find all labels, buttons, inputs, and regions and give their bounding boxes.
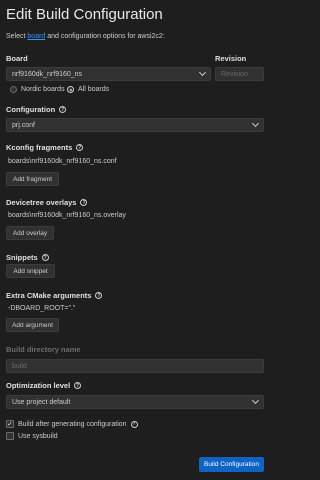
kconfig-label: Kconfig fragments ?: [6, 143, 84, 152]
radio-nordic-icon: [10, 86, 17, 93]
board-select-value: nrf9160dk_nrf9160_ns: [12, 70, 83, 78]
subtitle-suffix: and configuration options for awsi2c2:: [45, 33, 165, 40]
configuration-label-text: Configuration: [6, 105, 56, 114]
snippets-label-text: Snippets: [6, 253, 38, 262]
optimization-label: Optimization level ?: [6, 381, 82, 390]
board-link[interactable]: board: [27, 33, 45, 40]
cmake-argument-item: -DBOARD_ROOT=".": [8, 305, 76, 312]
configuration-label: Configuration ?: [6, 105, 67, 114]
kconfig-label-text: Kconfig fragments: [6, 143, 73, 152]
revision-label: Revision: [215, 54, 246, 63]
snippets-label: Snippets ?: [6, 253, 49, 262]
devicetree-label: Devicetree overlays ?: [6, 198, 88, 207]
chevron-down-icon: [251, 396, 260, 405]
board-select[interactable]: nrf9160dk_nrf9160_ns: [6, 67, 211, 81]
configuration-select-value: prj.conf: [12, 121, 35, 129]
radio-all-label: All boards: [78, 86, 110, 93]
revision-label-text: Revision: [215, 54, 247, 63]
configuration-select[interactable]: prj.conf: [6, 118, 264, 132]
build-dir-label-text: Build directory name: [6, 345, 81, 354]
subtitle-prefix: Select: [6, 33, 28, 40]
radio-all-icon: [67, 86, 74, 93]
build-dir-label: Build directory name: [6, 345, 81, 354]
board-label: Board: [6, 54, 28, 63]
info-icon[interactable]: ?: [74, 382, 82, 389]
info-icon[interactable]: ?: [41, 254, 49, 261]
devicetree-overlay-item: boards\nrf9160dk_nrf9160_ns.overlay: [8, 212, 126, 219]
build-after-checkbox[interactable]: ✓ Build after generating configuration ?: [6, 420, 138, 428]
kconfig-fragment-item: boards\nrf9160dk_nrf9160_ns.conf: [8, 158, 117, 165]
optimization-select-value: Use project default: [12, 398, 71, 406]
build-dir-input[interactable]: build: [6, 359, 264, 373]
build-dir-placeholder: build: [12, 362, 27, 370]
optimization-label-text: Optimization level: [6, 381, 71, 390]
cmake-label: Extra CMake arguments ?: [6, 291, 103, 300]
page-subtitle: Select board and configuration options f…: [6, 33, 165, 40]
checkbox-empty-icon: [6, 432, 14, 440]
revision-input[interactable]: Revision: [215, 67, 264, 81]
page-title: Edit Build Configuration: [6, 6, 163, 23]
info-icon[interactable]: ?: [59, 106, 67, 113]
build-after-label: Build after generating configuration: [18, 420, 127, 428]
board-label-text: Board: [6, 54, 28, 63]
radio-nordic-boards[interactable]: Nordic boards: [10, 86, 65, 93]
chevron-down-icon: [251, 119, 260, 128]
use-sysbuild-checkbox[interactable]: Use sysbuild: [6, 432, 58, 440]
build-configuration-button[interactable]: Build Configuration: [199, 457, 264, 472]
add-fragment-button[interactable]: Add fragment: [6, 172, 59, 186]
optimization-select[interactable]: Use project default: [6, 395, 264, 409]
use-sysbuild-label: Use sysbuild: [18, 432, 58, 440]
add-argument-button[interactable]: Add argument: [6, 318, 59, 332]
checkmark-icon: ✓: [6, 420, 14, 428]
cmake-label-text: Extra CMake arguments: [6, 291, 92, 300]
devicetree-label-text: Devicetree overlays: [6, 198, 77, 207]
add-snippet-button[interactable]: Add snippet: [6, 264, 55, 278]
info-icon[interactable]: ?: [80, 199, 88, 206]
radio-nordic-label: Nordic boards: [21, 86, 65, 93]
add-overlay-button[interactable]: Add overlay: [6, 226, 54, 240]
info-icon[interactable]: ?: [76, 144, 84, 151]
info-icon[interactable]: ?: [130, 420, 138, 428]
info-icon[interactable]: ?: [95, 292, 103, 299]
revision-placeholder: Revision: [221, 70, 248, 78]
radio-all-boards[interactable]: All boards: [67, 86, 109, 93]
chevron-down-icon: [198, 68, 207, 77]
